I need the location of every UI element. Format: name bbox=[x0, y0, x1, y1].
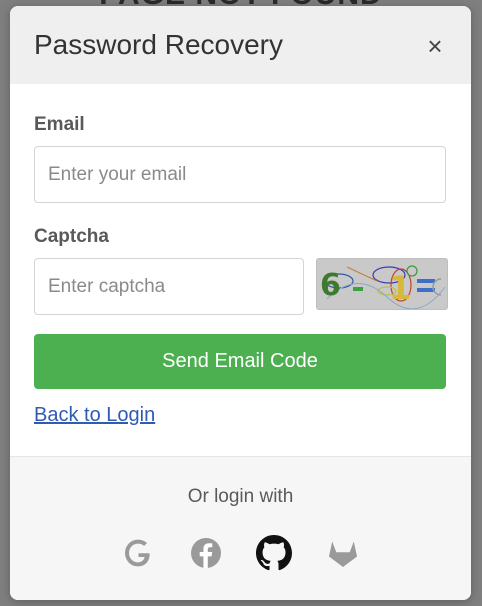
social-login-row bbox=[10, 535, 471, 571]
back-to-login-link[interactable]: Back to Login bbox=[34, 404, 155, 427]
facebook-icon bbox=[191, 538, 221, 568]
modal-footer: Or login with bbox=[10, 456, 471, 600]
captcha-label: Captcha bbox=[34, 226, 109, 247]
email-input[interactable] bbox=[34, 146, 446, 203]
captcha-graphic: 6 1 bbox=[317, 259, 447, 309]
email-label: Email bbox=[34, 114, 85, 135]
google-login-button[interactable] bbox=[120, 535, 156, 571]
captcha-input[interactable] bbox=[34, 258, 304, 315]
password-recovery-modal: Password Recovery × Email Captcha 6 1 Se… bbox=[10, 6, 471, 600]
or-login-with-text: Or login with bbox=[187, 486, 294, 507]
close-button[interactable]: × bbox=[421, 32, 449, 60]
close-icon: × bbox=[427, 31, 443, 61]
svg-text:6: 6 bbox=[320, 268, 341, 303]
captcha-image[interactable]: 6 1 bbox=[316, 258, 448, 310]
github-login-button[interactable] bbox=[256, 535, 292, 571]
facebook-login-button[interactable] bbox=[188, 535, 224, 571]
send-email-code-button[interactable]: Send Email Code bbox=[34, 334, 446, 389]
modal-header: Password Recovery × bbox=[10, 6, 471, 84]
google-icon bbox=[125, 539, 150, 567]
modal-title: Password Recovery bbox=[34, 29, 283, 60]
gitlab-icon bbox=[329, 541, 357, 567]
svg-text:1: 1 bbox=[389, 269, 411, 307]
github-icon bbox=[256, 535, 292, 571]
gitlab-login-button[interactable] bbox=[325, 535, 361, 571]
